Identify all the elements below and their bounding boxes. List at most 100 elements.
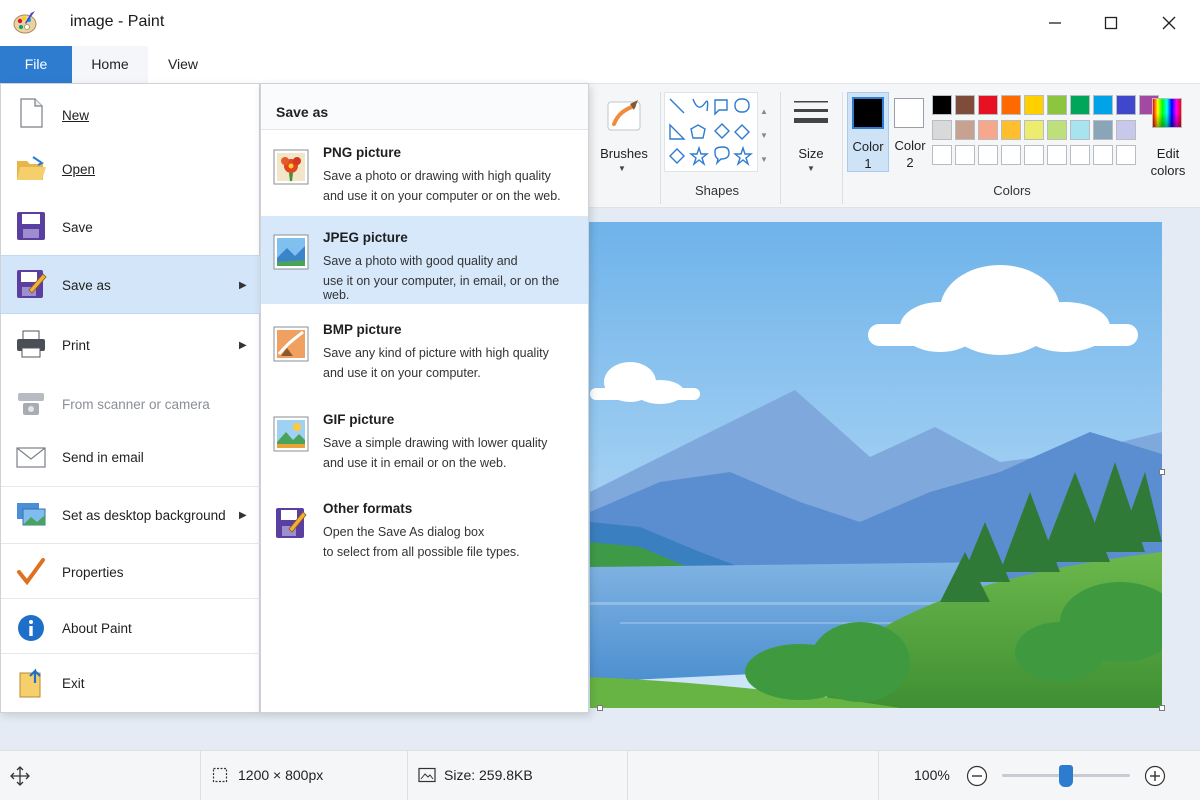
paint-app-icon (13, 11, 37, 34)
resize-handle-right[interactable] (1159, 469, 1165, 475)
email-icon (16, 447, 46, 468)
edit-colors-button[interactable]: Edit colors (1146, 92, 1190, 178)
color-swatch[interactable] (1001, 95, 1021, 115)
color-swatch[interactable] (978, 120, 998, 140)
menu-item-open[interactable]: Open (1, 142, 260, 196)
tab-file[interactable]: File (0, 46, 72, 83)
ribbon-divider (842, 92, 843, 204)
color-swatch[interactable] (1024, 95, 1044, 115)
zoom-slider-thumb[interactable] (1059, 765, 1073, 787)
menu-item-properties[interactable]: Properties (1, 545, 260, 599)
color-swatch[interactable] (932, 95, 952, 115)
size-button[interactable]: Size ▼ (786, 92, 836, 182)
checkmark-icon (17, 558, 45, 586)
bmp-desc-2: and use it on your computer. (323, 366, 481, 380)
brush-icon (607, 100, 641, 131)
status-divider (407, 751, 408, 800)
bmp-picture-icon (273, 326, 309, 362)
menu-label-new: New (62, 108, 90, 123)
menu-item-save-as[interactable]: Save as ▶ (1, 255, 260, 314)
color-swatch[interactable] (1093, 120, 1113, 140)
color1-button[interactable]: Color 1 (847, 92, 889, 172)
save-as-submenu: Save as PNG picture Save a photo or draw… (260, 83, 589, 713)
menu-item-new[interactable]: New (1, 86, 260, 140)
shapes-icon (669, 98, 753, 167)
resize-handle-corner[interactable] (1159, 705, 1165, 711)
title-bar: image - Paint (0, 0, 1200, 46)
color2-button[interactable]: Color 2 (891, 92, 929, 172)
menu-item-desktop-background[interactable]: Set as desktop background ▶ (1, 488, 260, 542)
color-swatch[interactable] (1024, 145, 1044, 165)
brushes-button[interactable]: Brushes ▼ (596, 92, 652, 182)
color-swatch[interactable] (1070, 145, 1090, 165)
maximize-icon (1104, 16, 1118, 30)
color-swatch[interactable] (1093, 145, 1113, 165)
color-swatch[interactable] (1001, 145, 1021, 165)
zoom-in-icon[interactable] (1144, 765, 1166, 787)
open-folder-icon (17, 156, 46, 180)
color-swatch[interactable] (1047, 145, 1067, 165)
color-swatch[interactable] (1047, 95, 1067, 115)
save-as-icon (17, 270, 47, 298)
color-swatch[interactable] (955, 145, 975, 165)
save-as-jpeg[interactable]: JPEG picture Save a photo with good qual… (261, 216, 588, 304)
color-swatch[interactable] (1116, 95, 1136, 115)
shapes-scroll[interactable]: ▲ ▼ ▼ (760, 100, 768, 172)
edit-colors-label-2: colors (1150, 163, 1186, 178)
menu-item-exit[interactable]: Exit (1, 655, 260, 709)
menu-item-scanner: From scanner or camera (1, 374, 260, 432)
save-as-png[interactable]: PNG picture Save a photo or drawing with… (261, 131, 588, 219)
color-spectrum-icon (1152, 98, 1182, 128)
submenu-arrow-icon: ▶ (239, 340, 247, 351)
ribbon-divider (660, 92, 661, 204)
menu-item-about[interactable]: About Paint (1, 600, 260, 654)
menu-item-send-email[interactable]: Send in email (1, 430, 260, 486)
selection-size-icon (212, 767, 228, 783)
color-swatch[interactable] (1024, 120, 1044, 140)
shapes-gallery[interactable] (664, 92, 758, 172)
gif-desc-1: Save a simple drawing with lower quality (323, 436, 548, 450)
resize-handle-bottom[interactable] (597, 705, 603, 711)
save-as-other-formats[interactable]: Other formats Open the Save As dialog bo… (261, 487, 588, 575)
color-swatch[interactable] (1070, 95, 1090, 115)
gif-picture-icon (273, 416, 309, 452)
color-swatch[interactable] (1116, 145, 1136, 165)
other-formats-desc-2: to select from all possible file types. (323, 545, 520, 559)
menu-item-print[interactable]: Print ▶ (1, 316, 260, 372)
menu-divider (1, 486, 260, 487)
save-as-gif[interactable]: GIF picture Save a simple drawing with l… (261, 398, 588, 486)
status-bar: 1200 × 800px Size: 259.8KB 100% (0, 750, 1200, 800)
menu-divider (1, 598, 260, 599)
color-swatch[interactable] (1070, 120, 1090, 140)
jpeg-desc-2: use it on your computer, in email, or on… (323, 274, 560, 302)
color-swatch[interactable] (955, 120, 975, 140)
tab-view[interactable]: View (148, 46, 218, 83)
color-swatch[interactable] (1093, 95, 1113, 115)
info-icon (18, 615, 44, 641)
close-button[interactable] (1140, 0, 1198, 46)
menu-label-scanner: From scanner or camera (62, 397, 210, 412)
save-as-bmp[interactable]: BMP picture Save any kind of picture wit… (261, 308, 588, 396)
color-swatch[interactable] (932, 145, 952, 165)
color-swatch[interactable] (978, 95, 998, 115)
color-swatch[interactable] (1116, 120, 1136, 140)
shapes-label: Shapes (694, 183, 740, 198)
brushes-label: Brushes (600, 146, 648, 161)
window-title: image - Paint (70, 13, 165, 30)
menu-divider (1, 653, 260, 654)
zoom-level: 100% (914, 767, 950, 783)
tab-home[interactable]: Home (72, 46, 148, 83)
gif-desc-2: and use it in email or on the web. (323, 456, 507, 470)
menu-label-about: About Paint (62, 621, 132, 636)
color-swatch[interactable] (978, 145, 998, 165)
minimize-button[interactable] (1026, 0, 1084, 46)
menu-item-save[interactable]: Save (1, 200, 260, 254)
zoom-out-icon[interactable] (966, 765, 988, 787)
submenu-arrow-icon: ▶ (239, 510, 247, 521)
color-swatch[interactable] (1047, 120, 1067, 140)
color-swatch[interactable] (1001, 120, 1021, 140)
color-swatch[interactable] (955, 95, 975, 115)
maximize-button[interactable] (1082, 0, 1140, 46)
chevron-down-icon: ▼ (618, 164, 626, 173)
color-swatch[interactable] (932, 120, 952, 140)
